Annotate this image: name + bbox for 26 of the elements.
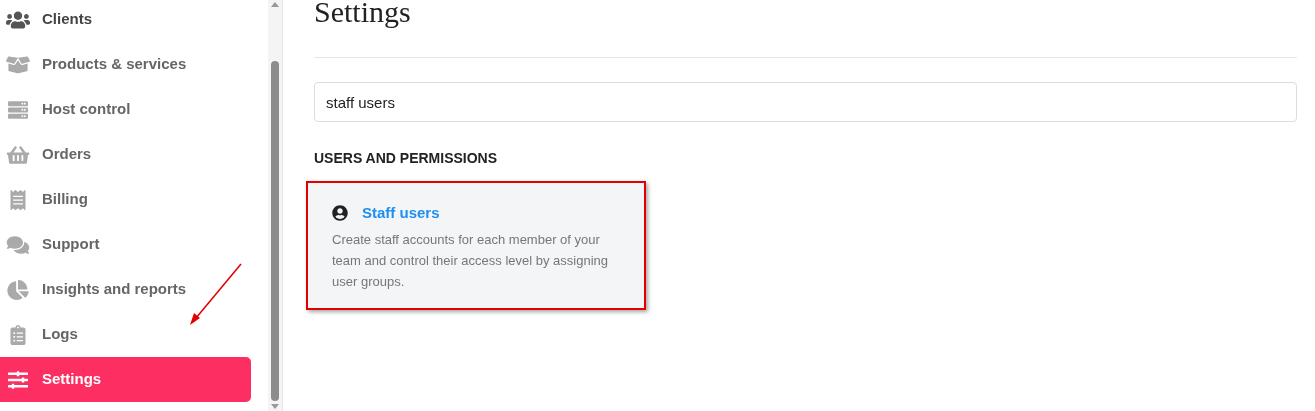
setting-card[interactable]: Staff users Create staff accounts for each member of your team and control their access level by assigning user groups. [306, 181, 646, 310]
sidebar-item[interactable]: Products & services [0, 42, 251, 87]
card-description: Create staff accounts for each member of your team and control their access level by assigning user groups. [332, 230, 610, 291]
user-icon [332, 205, 348, 222]
sidebar-item[interactable]: Host control [0, 87, 251, 132]
search-field[interactable]: staff users [314, 82, 1297, 122]
chat-bubbles-icon [6, 234, 30, 255]
scroll-down-icon[interactable] [271, 404, 279, 409]
scrollbar[interactable] [268, 0, 282, 411]
section-heading: USERS AND PERMISSIONS [314, 149, 499, 168]
sidebar-item[interactable]: Billing [0, 177, 251, 222]
sidebar-item[interactable]: Clients [0, 0, 251, 42]
basket-icon [6, 144, 30, 165]
sidebar-item[interactable]: Support [0, 222, 251, 267]
card-title[interactable]: Staff users [362, 202, 440, 225]
server-icon [6, 99, 30, 120]
sidebar-item[interactable]: Insights and reports [0, 267, 251, 312]
sliders-icon [6, 369, 30, 390]
sidebar-item[interactable]: Settings [0, 357, 251, 402]
pie-chart-icon [6, 279, 30, 300]
box-icon [6, 54, 30, 75]
sidebar-item[interactable]: Orders [0, 132, 251, 177]
sidebar-item[interactable]: Logs [0, 312, 251, 357]
page-title: Settings [314, 0, 412, 27]
scroll-up-icon[interactable] [271, 2, 279, 7]
users-icon [6, 9, 30, 30]
